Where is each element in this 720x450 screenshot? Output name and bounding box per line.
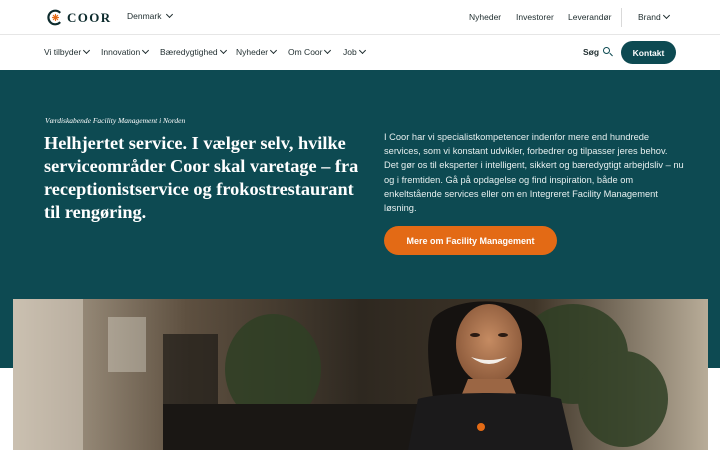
- divider: [621, 8, 622, 27]
- hero-headline: Helhjertet service. I vælger selv, hvilk…: [44, 133, 359, 222]
- hero-photo: [13, 299, 708, 450]
- nav-item-label: Job: [343, 47, 357, 57]
- chevron-down-icon: [662, 11, 670, 20]
- nav-item-label: Nyheder: [236, 47, 269, 57]
- nav-item-label: Innovation: [101, 47, 141, 57]
- search-icon: [603, 47, 613, 57]
- country-selector[interactable]: Denmark: [127, 10, 174, 21]
- chevron-down-icon: [219, 46, 227, 55]
- coor-logo-icon: [47, 9, 61, 26]
- nav-item-label: Vi tilbyder: [44, 47, 82, 57]
- chevron-down-icon: [166, 10, 174, 19]
- nav-item-label: Om Coor: [288, 47, 323, 57]
- nav-item-job[interactable]: Job: [343, 46, 366, 57]
- hero-photo-image: [13, 299, 708, 450]
- nav-item-innovation[interactable]: Innovation: [101, 46, 150, 57]
- utility-link-nyheder[interactable]: Nyheder: [469, 12, 501, 22]
- brand-label: Brand: [638, 12, 661, 22]
- nav-item-baeredygtighed[interactable]: Bæredygtighed: [160, 46, 227, 57]
- country-label: Denmark: [127, 11, 162, 21]
- utility-link-leverandor[interactable]: Leverandør: [568, 12, 611, 22]
- hero-kicker: Værdiskabende Facility Management i Nord…: [45, 116, 186, 125]
- chevron-down-icon: [270, 46, 278, 55]
- nav-item-vi-tilbyder[interactable]: Vi tilbyder: [44, 46, 91, 57]
- logo-wordmark: COOR: [67, 9, 112, 25]
- nav-item-label: Bæredygtighed: [160, 47, 218, 57]
- chevron-down-icon: [142, 46, 150, 55]
- utility-bar: COOR Denmark Nyheder Investorer Leverand…: [0, 0, 720, 35]
- contact-button[interactable]: Kontakt: [621, 41, 676, 64]
- search-label: Søg: [583, 47, 600, 57]
- nav-item-nyheder[interactable]: Nyheder: [236, 46, 278, 57]
- search-button[interactable]: Søg: [583, 47, 613, 57]
- brand-selector[interactable]: Brand: [638, 11, 670, 22]
- chevron-down-icon: [324, 46, 332, 55]
- chevron-down-icon: [83, 46, 91, 55]
- chevron-down-icon: [358, 46, 366, 55]
- main-navigation: Vi tilbyder Innovation Bæredygtighed Nyh…: [0, 35, 720, 70]
- coor-logo[interactable]: COOR: [47, 9, 112, 26]
- hero-body-text: I Coor har vi specialistkompetencer inde…: [384, 132, 684, 214]
- nav-item-om-coor[interactable]: Om Coor: [288, 46, 332, 57]
- facility-management-cta-button[interactable]: Mere om Facility Management: [384, 226, 557, 255]
- utility-link-investorer[interactable]: Investorer: [516, 12, 554, 22]
